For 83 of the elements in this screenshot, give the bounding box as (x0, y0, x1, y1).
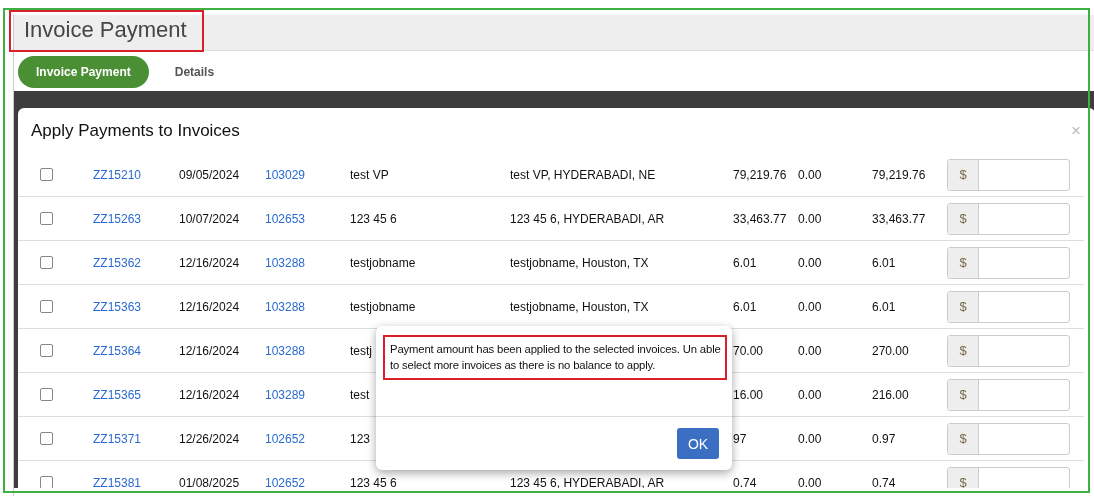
table-cell: 33,463.77 (733, 211, 787, 226)
row-checkbox[interactable] (40, 344, 53, 357)
table-cell: testjobname, Houston, TX (510, 255, 649, 270)
table-cell: 123 45 6, HYDERABADI, AR (510, 211, 665, 226)
table-link[interactable]: ZZ15371 (93, 431, 142, 446)
amount-field[interactable]: $ (947, 246, 1070, 279)
row-checkbox[interactable] (40, 256, 53, 269)
row-checkbox[interactable] (40, 432, 53, 445)
table-cell: 270.00 (872, 343, 909, 358)
table-cell: 12/26/2024 (179, 431, 240, 446)
table-cell: 0.00 (798, 211, 822, 226)
table-cell: 70.00 (733, 343, 764, 358)
row-checkbox[interactable] (40, 476, 53, 488)
table-link[interactable]: 103288 (265, 255, 306, 270)
table-cell: 0.00 (798, 343, 822, 358)
table-cell: 33,463.77 (872, 211, 926, 226)
table-cell: 6.01 (872, 299, 896, 314)
table-link[interactable]: 103029 (265, 167, 306, 182)
table-cell: 79,219.76 (733, 167, 787, 182)
table-cell: 10/07/2024 (179, 211, 240, 226)
table-cell: 0.00 (798, 167, 822, 182)
table-cell: 6.01 (733, 299, 757, 314)
table-link[interactable]: ZZ15365 (93, 387, 142, 402)
amount-field[interactable]: $ (947, 334, 1070, 367)
table-cell: 123 45 6 (350, 475, 397, 488)
table-cell: 09/05/2024 (179, 167, 240, 182)
amount-field[interactable]: $ (947, 422, 1070, 455)
table-link[interactable]: ZZ15381 (93, 475, 142, 488)
table-link[interactable]: ZZ15210 (93, 167, 142, 182)
table-link[interactable]: ZZ15263 (93, 211, 142, 226)
table-cell: testjobname (350, 255, 416, 270)
table-cell: 123 45 6, HYDERABADI, AR (510, 475, 665, 488)
table-cell: test VP, HYDERABADI, NE (510, 167, 656, 182)
table-cell: testjobname, Houston, TX (510, 299, 649, 314)
table-cell: 0.00 (798, 299, 822, 314)
table-cell: 0.00 (798, 431, 822, 446)
table-cell: 12/16/2024 (179, 255, 240, 270)
table-cell: 0.74 (733, 475, 757, 488)
modal-title: Apply Payments to Invoices (31, 120, 240, 141)
table-cell: 0.00 (798, 387, 822, 402)
table-link[interactable]: ZZ15364 (93, 343, 142, 358)
table-cell: 123 (350, 431, 371, 446)
table-link[interactable]: 102652 (265, 431, 306, 446)
table-cell: 12/16/2024 (179, 343, 240, 358)
table-link[interactable]: 102653 (265, 211, 306, 226)
table-link[interactable]: ZZ15363 (93, 299, 142, 314)
table-cell: 216.00 (872, 387, 909, 402)
row-checkbox[interactable] (40, 212, 53, 225)
amount-field[interactable]: $ (947, 202, 1070, 235)
table-cell: 0.00 (798, 255, 822, 270)
table-cell: 12/16/2024 (179, 387, 240, 402)
ok-button[interactable]: OK (677, 428, 719, 459)
table-cell: 6.01 (733, 255, 757, 270)
table-cell: test VP (350, 167, 389, 182)
table-cell: 16.00 (733, 387, 764, 402)
row-checkbox[interactable] (40, 300, 53, 313)
table-link[interactable]: 103288 (265, 343, 306, 358)
amount-field[interactable]: $ (947, 466, 1070, 488)
amount-field[interactable]: $ (947, 158, 1070, 191)
table-link[interactable]: ZZ15362 (93, 255, 142, 270)
table-cell: 79,219.76 (872, 167, 926, 182)
table-cell: 0.97 (872, 431, 896, 446)
table-cell: 0.00 (798, 475, 822, 488)
table-cell: 97 (733, 431, 747, 446)
tab[interactable]: Details (156, 56, 233, 88)
amount-field[interactable]: $ (947, 290, 1070, 323)
table-link[interactable]: 103288 (265, 299, 306, 314)
tab[interactable]: Invoice Payment (18, 56, 149, 88)
table-cell: 01/08/2025 (179, 475, 240, 488)
table-cell: 123 45 6 (350, 211, 397, 226)
table-link[interactable]: 102652 (265, 475, 306, 488)
table-cell: test (350, 387, 370, 402)
table-cell: testjobname (350, 299, 416, 314)
alert-message: Payment amount has been applied to the selected invoices. Un able to select more invoices as there is no balance to apply. (383, 335, 727, 380)
row-checkbox[interactable] (40, 168, 53, 181)
amount-field[interactable]: $ (947, 378, 1070, 411)
row-checkbox[interactable] (40, 388, 53, 401)
table-cell: 0.74 (872, 475, 896, 488)
page-title: Invoice Payment (9, 10, 204, 52)
table-cell: testj (350, 343, 372, 358)
table-cell: 12/16/2024 (179, 299, 240, 314)
table-cell: 6.01 (872, 255, 896, 270)
table-link[interactable]: 103289 (265, 387, 306, 402)
